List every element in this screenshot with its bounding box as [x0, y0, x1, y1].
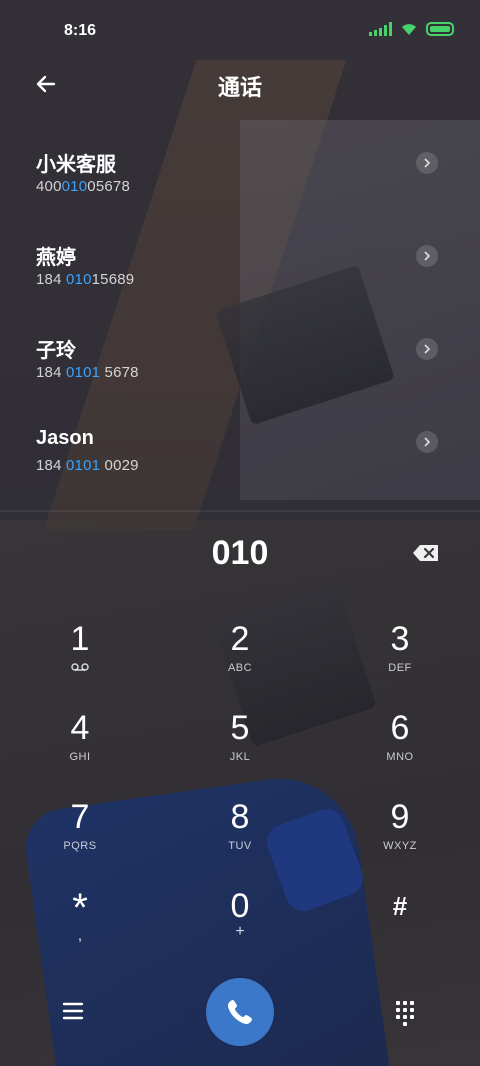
call-button[interactable] [206, 978, 274, 1046]
contact-result-item[interactable]: Jason 184 0101 0029 [0, 419, 480, 512]
contact-number: 184 01015689 [36, 271, 135, 288]
voicemail-icon [71, 663, 89, 671]
contact-result-item[interactable]: 子玲 184 0101 5678 [0, 326, 480, 419]
chevron-right-icon [424, 158, 431, 168]
key-7[interactable]: 7 PQRS [20, 798, 140, 878]
match-highlight: 010 [61, 178, 88, 195]
contact-detail-button[interactable] [416, 431, 438, 453]
status-time: 8:16 [64, 22, 97, 39]
top-bar: 通话 [0, 62, 480, 104]
contact-name: 小米客服 [36, 154, 116, 176]
dialed-number-display: 010 [211, 534, 269, 572]
phone-icon [228, 1000, 252, 1024]
contact-result-item[interactable]: 小米客服 40001005678 [0, 140, 480, 233]
chevron-right-icon [424, 251, 431, 261]
contact-number: 184 0101 5678 [36, 364, 139, 381]
contact-number: 184 0101 0029 [36, 457, 139, 474]
chevron-right-icon [424, 437, 431, 447]
key-hash[interactable]: # [340, 887, 460, 967]
key-4[interactable]: 4 GHI [20, 709, 140, 789]
key-6[interactable]: 6 MNO [340, 709, 460, 789]
page-title: 通话 [217, 75, 262, 100]
key-2[interactable]: 2 ABC [180, 620, 300, 700]
key-8[interactable]: 8 TUV [180, 798, 300, 878]
key-5[interactable]: 5 JKL [180, 709, 300, 789]
keypad-toggle-icon[interactable] [388, 994, 422, 1028]
key-3[interactable]: 3 DEF [340, 620, 460, 700]
signal-icon [369, 22, 392, 36]
status-icons [369, 22, 454, 36]
key-9[interactable]: 9 WXYZ [340, 798, 460, 878]
contact-result-item[interactable]: 燕婷 184 01015689 [0, 233, 480, 326]
contact-detail-button[interactable] [416, 245, 438, 267]
contact-number: 40001005678 [36, 178, 130, 195]
menu-icon[interactable] [56, 994, 90, 1028]
contact-name: 子玲 [36, 340, 76, 362]
key-0[interactable]: 0 + [180, 887, 300, 967]
battery-icon [426, 22, 454, 36]
key-star[interactable]: * , [20, 887, 140, 967]
contact-detail-button[interactable] [416, 338, 438, 360]
contact-detail-button[interactable] [416, 152, 438, 174]
key-1[interactable]: 1 [20, 620, 140, 700]
chevron-right-icon [424, 344, 431, 354]
match-highlight: 0101 [66, 364, 101, 381]
backspace-icon[interactable] [412, 543, 440, 563]
match-highlight: 010 [66, 271, 92, 288]
status-bar: 8:16 [0, 0, 480, 62]
match-highlight: 0101 [66, 457, 101, 474]
contact-name: 燕婷 [36, 247, 76, 269]
bottom-actions [0, 978, 480, 1048]
contact-results: 小米客服 40001005678 燕婷 184 01015689 子玲 184 … [0, 140, 480, 512]
contact-name: Jason [36, 427, 94, 449]
wifi-icon [402, 24, 416, 35]
